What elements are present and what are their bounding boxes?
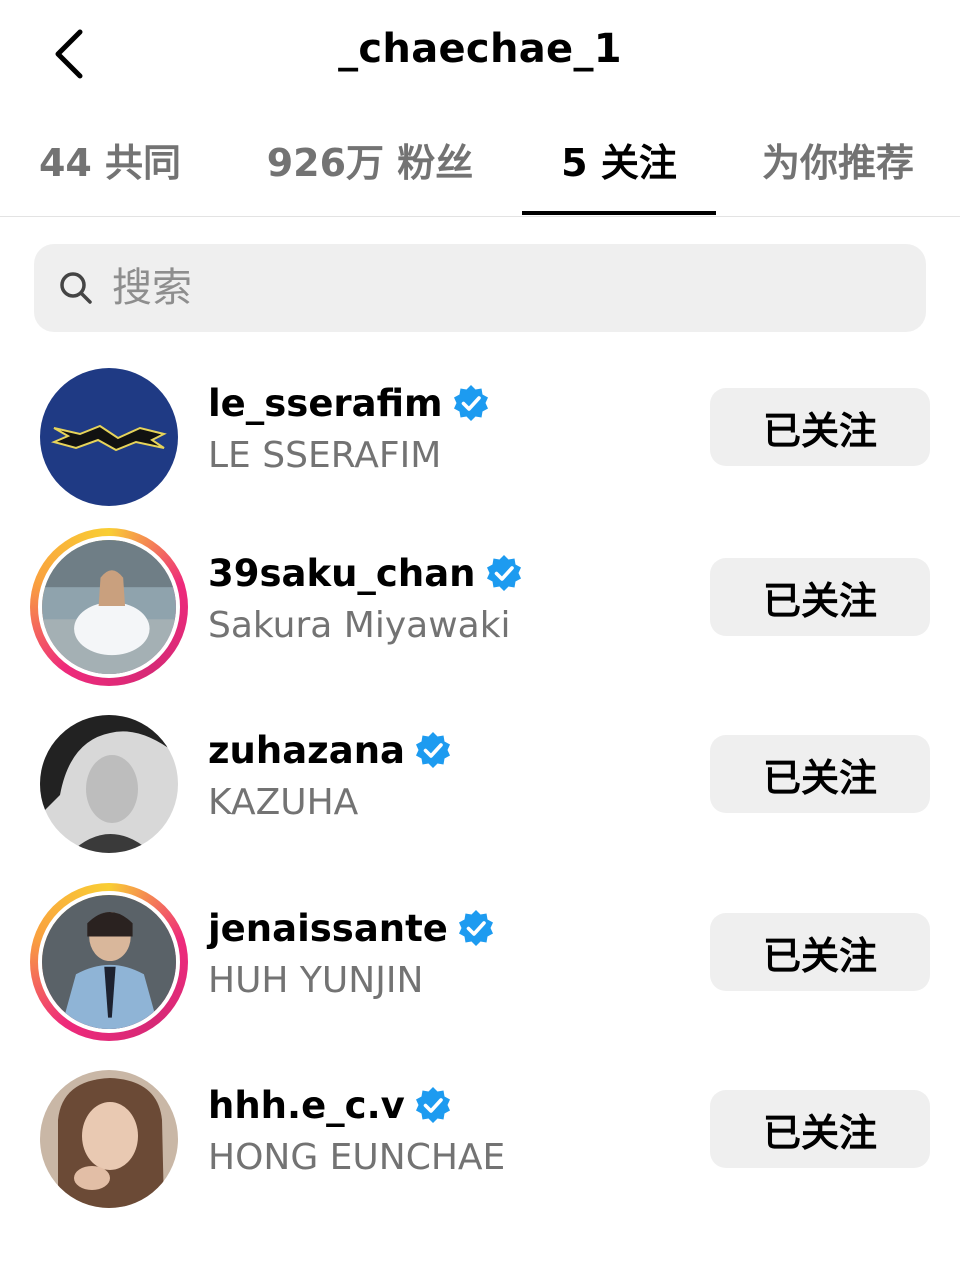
tab-suggested[interactable]: 为你推荐 xyxy=(750,120,926,216)
le-sserafim-logo-avatar xyxy=(40,368,178,506)
full-name: Sakura Miyawaki xyxy=(208,605,511,646)
full-name: HONG EUNCHAE xyxy=(208,1137,506,1178)
verified-badge-icon xyxy=(486,555,521,591)
verified-badge-icon xyxy=(453,385,488,421)
tab-following[interactable]: 5 关注 xyxy=(522,120,716,216)
page-title: _chaechae_1 xyxy=(338,26,622,72)
search-bar[interactable] xyxy=(34,244,926,332)
verified-badge-icon xyxy=(416,732,450,768)
top-bar: _chaechae_1 xyxy=(0,0,960,110)
profile-photo xyxy=(40,1070,178,1208)
active-tab-indicator xyxy=(522,211,716,215)
username[interactable]: hhh.e_c.v xyxy=(208,1084,405,1127)
full-name: KAZUHA xyxy=(208,782,359,823)
tab-bar: 44 共同 926万 粉丝 5 关注 为你推荐 xyxy=(0,120,960,217)
following-button[interactable]: 已关注 xyxy=(710,1090,930,1168)
list-item[interactable]: jenaissante HUH YUNJIN 已关注 xyxy=(0,883,960,1041)
avatar[interactable] xyxy=(30,358,188,516)
list-item[interactable]: zuhazana KAZUHA 已关注 xyxy=(0,705,960,855)
following-button[interactable]: 已关注 xyxy=(710,558,930,636)
username[interactable]: 39saku_chan xyxy=(208,552,476,595)
username[interactable]: le_sserafim xyxy=(208,382,443,425)
full-name: LE SSERAFIM xyxy=(208,435,442,476)
username[interactable]: zuhazana xyxy=(208,729,405,772)
tab-followers[interactable]: 926万 粉丝 xyxy=(250,120,490,216)
list-item[interactable]: le_sserafim LE SSERAFIM 已关注 xyxy=(0,358,960,508)
list-item[interactable]: hhh.e_c.v HONG EUNCHAE 已关注 xyxy=(0,1060,960,1210)
username[interactable]: jenaissante xyxy=(208,907,448,950)
avatar[interactable] xyxy=(30,1060,188,1218)
search-input[interactable] xyxy=(112,244,892,332)
verified-badge-icon xyxy=(458,910,493,946)
avatar-story-ring[interactable] xyxy=(30,528,188,686)
list-item[interactable]: 39saku_chan Sakura Miyawaki 已关注 xyxy=(0,528,960,686)
verified-badge-icon xyxy=(415,1087,450,1123)
search-icon xyxy=(60,272,92,304)
following-button[interactable]: 已关注 xyxy=(710,913,930,991)
profile-photo xyxy=(40,715,178,853)
profile-photo xyxy=(42,540,176,674)
profile-photo xyxy=(42,895,176,1029)
avatar-story-ring[interactable] xyxy=(30,883,188,1041)
tab-mutual[interactable]: 44 共同 xyxy=(30,120,190,216)
full-name: HUH YUNJIN xyxy=(208,960,424,1001)
following-button[interactable]: 已关注 xyxy=(710,388,930,466)
following-button[interactable]: 已关注 xyxy=(710,735,930,813)
avatar[interactable] xyxy=(30,705,188,863)
